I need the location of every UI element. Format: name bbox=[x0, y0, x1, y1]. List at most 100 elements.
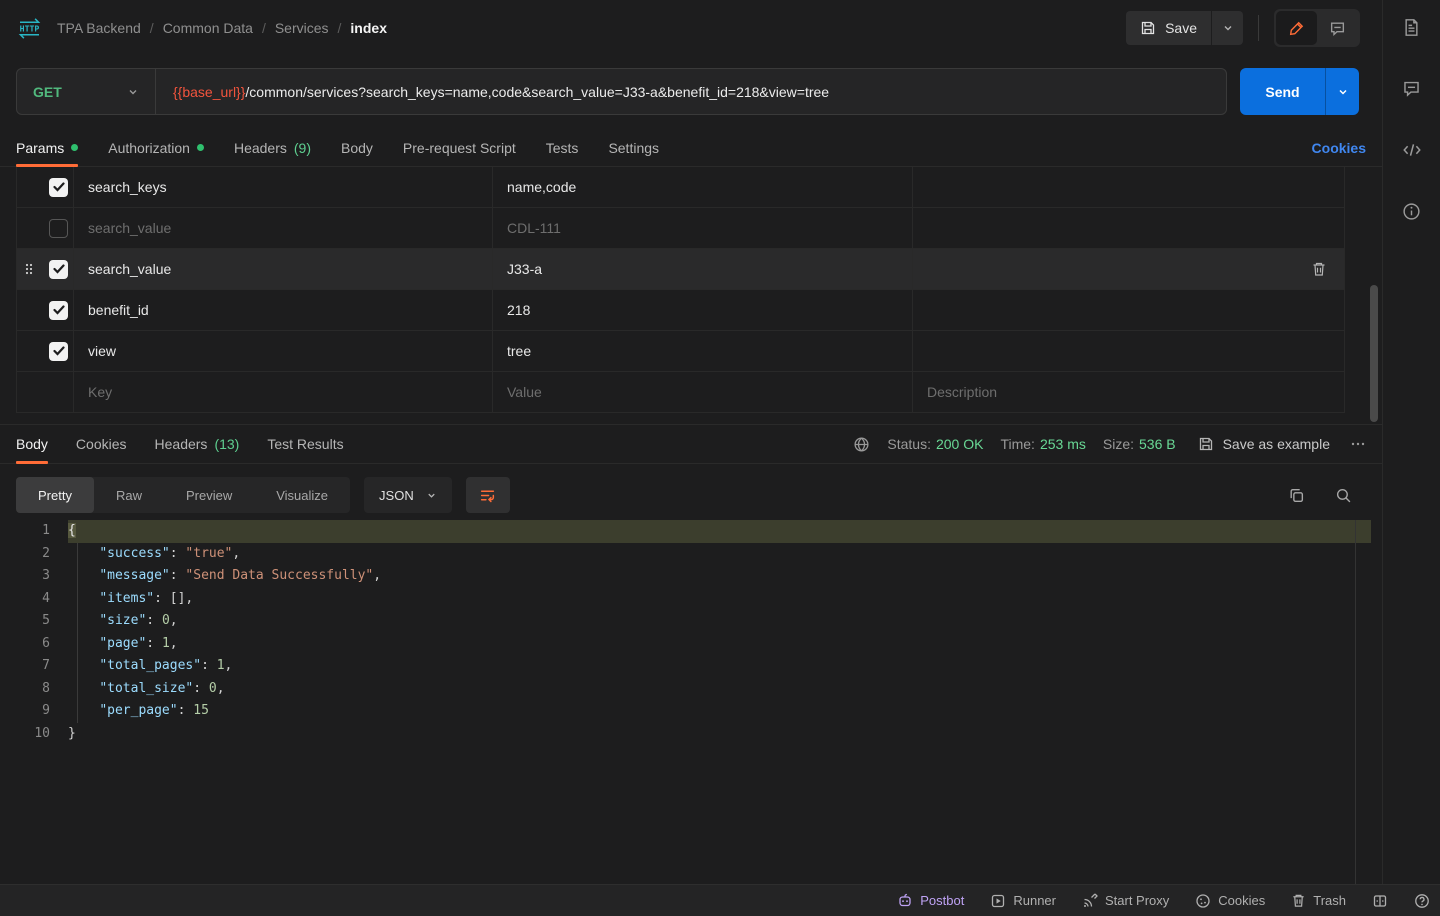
trash-button[interactable]: Trash bbox=[1291, 893, 1346, 908]
language-dropdown[interactable]: JSON bbox=[364, 477, 452, 513]
send-options-button[interactable] bbox=[1325, 68, 1359, 115]
send-button[interactable]: Send bbox=[1240, 68, 1325, 115]
code-line: 2 "success": "true", bbox=[0, 543, 1371, 566]
help-button[interactable] bbox=[1414, 893, 1430, 909]
tab-label: Headers bbox=[155, 436, 208, 452]
param-row[interactable]: view tree bbox=[16, 331, 1345, 372]
param-description[interactable] bbox=[912, 208, 1344, 248]
breadcrumb-item[interactable]: TPA Backend bbox=[57, 20, 141, 36]
param-checkbox[interactable] bbox=[49, 342, 68, 361]
param-row[interactable]: search_value CDL-111 bbox=[16, 208, 1345, 249]
breadcrumb-item[interactable]: Services bbox=[275, 20, 329, 36]
view-mode-visualize[interactable]: Visualize bbox=[254, 477, 350, 513]
view-mode-raw[interactable]: Raw bbox=[94, 477, 164, 513]
param-checkbox[interactable] bbox=[49, 301, 68, 320]
response-tab-headers[interactable]: Headers(13) bbox=[155, 425, 240, 463]
breadcrumb-separator: / bbox=[338, 20, 342, 36]
method-selector[interactable]: GET bbox=[17, 84, 155, 100]
param-key[interactable]: search_keys bbox=[73, 167, 492, 207]
param-key[interactable]: search_value bbox=[73, 208, 492, 248]
param-row[interactable]: search_keys name,code bbox=[16, 167, 1345, 208]
edit-mode-button[interactable] bbox=[1276, 11, 1317, 45]
param-value[interactable]: name,code bbox=[492, 167, 912, 207]
globe-icon[interactable] bbox=[853, 436, 870, 453]
param-description-placeholder[interactable]: Description bbox=[912, 372, 1344, 412]
param-checkbox[interactable] bbox=[49, 178, 68, 197]
param-description[interactable] bbox=[912, 249, 1344, 289]
tab-label: Cookies bbox=[76, 436, 127, 452]
cookies-button[interactable]: Cookies bbox=[1195, 893, 1265, 909]
request-header: HTTP TPA Backend/Common Data/Services/in… bbox=[0, 0, 1382, 56]
breadcrumb-separator: / bbox=[262, 20, 266, 36]
info-icon[interactable] bbox=[1402, 202, 1421, 221]
search-icon[interactable] bbox=[1335, 487, 1352, 504]
save-options-button[interactable] bbox=[1211, 11, 1243, 45]
more-options-icon[interactable] bbox=[1350, 436, 1366, 452]
param-row[interactable]: search_value J33-a bbox=[16, 249, 1345, 290]
tab-body[interactable]: Body bbox=[341, 129, 373, 166]
param-key[interactable]: view bbox=[73, 331, 492, 371]
param-row-new[interactable]: Key Value Description bbox=[16, 372, 1345, 413]
drag-handle-icon[interactable] bbox=[24, 261, 34, 277]
status-badge[interactable]: Status:200 OK bbox=[887, 436, 983, 452]
panels-button[interactable] bbox=[1372, 893, 1388, 909]
start-proxy-button[interactable]: Start Proxy bbox=[1082, 893, 1169, 909]
param-description[interactable] bbox=[912, 290, 1344, 330]
tab-settings[interactable]: Settings bbox=[608, 129, 659, 166]
param-key[interactable]: benefit_id bbox=[73, 290, 492, 330]
param-value-placeholder[interactable]: Value bbox=[492, 372, 912, 412]
cookies-link[interactable]: Cookies bbox=[1312, 140, 1366, 156]
param-checkbox[interactable] bbox=[49, 219, 68, 238]
response-tab-test-results[interactable]: Test Results bbox=[267, 425, 343, 463]
param-value[interactable]: J33-a bbox=[492, 249, 912, 289]
view-mode-pretty[interactable]: Pretty bbox=[16, 477, 94, 513]
param-value[interactable]: 218 bbox=[492, 290, 912, 330]
save-as-example-button[interactable]: Save as example bbox=[1198, 436, 1330, 452]
time-badge[interactable]: Time:253 ms bbox=[1000, 436, 1085, 452]
tab-label: Body bbox=[341, 140, 373, 156]
comments-icon[interactable] bbox=[1402, 79, 1421, 98]
code-line: 4 "items": [], bbox=[0, 588, 1371, 611]
footer-label: Trash bbox=[1313, 893, 1346, 908]
breadcrumb-item[interactable]: Common Data bbox=[163, 20, 253, 36]
tab-params[interactable]: Params bbox=[16, 129, 78, 166]
tab-headers[interactable]: Headers(9) bbox=[234, 129, 311, 166]
tab-tests[interactable]: Tests bbox=[546, 129, 579, 166]
response-body-editor[interactable]: 1 { 2 "success": "true", 3 "message": "S… bbox=[0, 520, 1371, 884]
param-key[interactable]: search_value bbox=[73, 249, 492, 289]
param-checkbox[interactable] bbox=[49, 260, 68, 279]
response-header: Body Cookies Headers(13) Test Results Statu… bbox=[0, 425, 1382, 464]
tab-label: Headers bbox=[234, 140, 287, 156]
param-key-placeholder[interactable]: Key bbox=[73, 372, 492, 412]
documentation-icon[interactable] bbox=[1402, 18, 1421, 37]
view-mode-preview[interactable]: Preview bbox=[164, 477, 254, 513]
postbot-button[interactable]: Postbot bbox=[897, 893, 964, 909]
save-button[interactable]: Save bbox=[1126, 11, 1211, 45]
param-description[interactable] bbox=[912, 167, 1344, 207]
params-scrollbar[interactable] bbox=[1370, 285, 1378, 422]
url-input[interactable]: {{base_url}}/common/services?search_keys… bbox=[156, 84, 829, 100]
code-line: 7 "total_pages": 1, bbox=[0, 655, 1371, 678]
runner-button[interactable]: Runner bbox=[990, 893, 1056, 909]
line-number: 3 bbox=[0, 565, 50, 588]
tab-authorization[interactable]: Authorization bbox=[108, 129, 204, 166]
param-value[interactable]: tree bbox=[492, 331, 912, 371]
wrap-text-button[interactable] bbox=[466, 477, 510, 513]
response-tab-body[interactable]: Body bbox=[16, 425, 48, 463]
code-snippet-icon[interactable] bbox=[1402, 140, 1422, 160]
copy-icon[interactable] bbox=[1288, 487, 1305, 504]
proxy-icon bbox=[1082, 893, 1098, 909]
response-tab-cookies[interactable]: Cookies bbox=[76, 425, 127, 463]
comment-mode-button[interactable] bbox=[1317, 11, 1358, 45]
delete-param-icon[interactable] bbox=[1311, 261, 1327, 277]
param-row[interactable]: benefit_id 218 bbox=[16, 290, 1345, 331]
param-description[interactable] bbox=[912, 331, 1344, 371]
param-value[interactable]: CDL-111 bbox=[492, 208, 912, 248]
tab-pre-request-script[interactable]: Pre-request Script bbox=[403, 129, 516, 166]
code-line-content: } bbox=[68, 723, 1371, 746]
comment-icon bbox=[1329, 20, 1346, 37]
chevron-down-icon bbox=[426, 490, 437, 501]
size-badge[interactable]: Size:536 B bbox=[1103, 436, 1176, 452]
response-toolbar: PrettyRawPreviewVisualize JSON bbox=[16, 477, 1366, 513]
code-line-content: "page": 1, bbox=[68, 633, 1371, 656]
